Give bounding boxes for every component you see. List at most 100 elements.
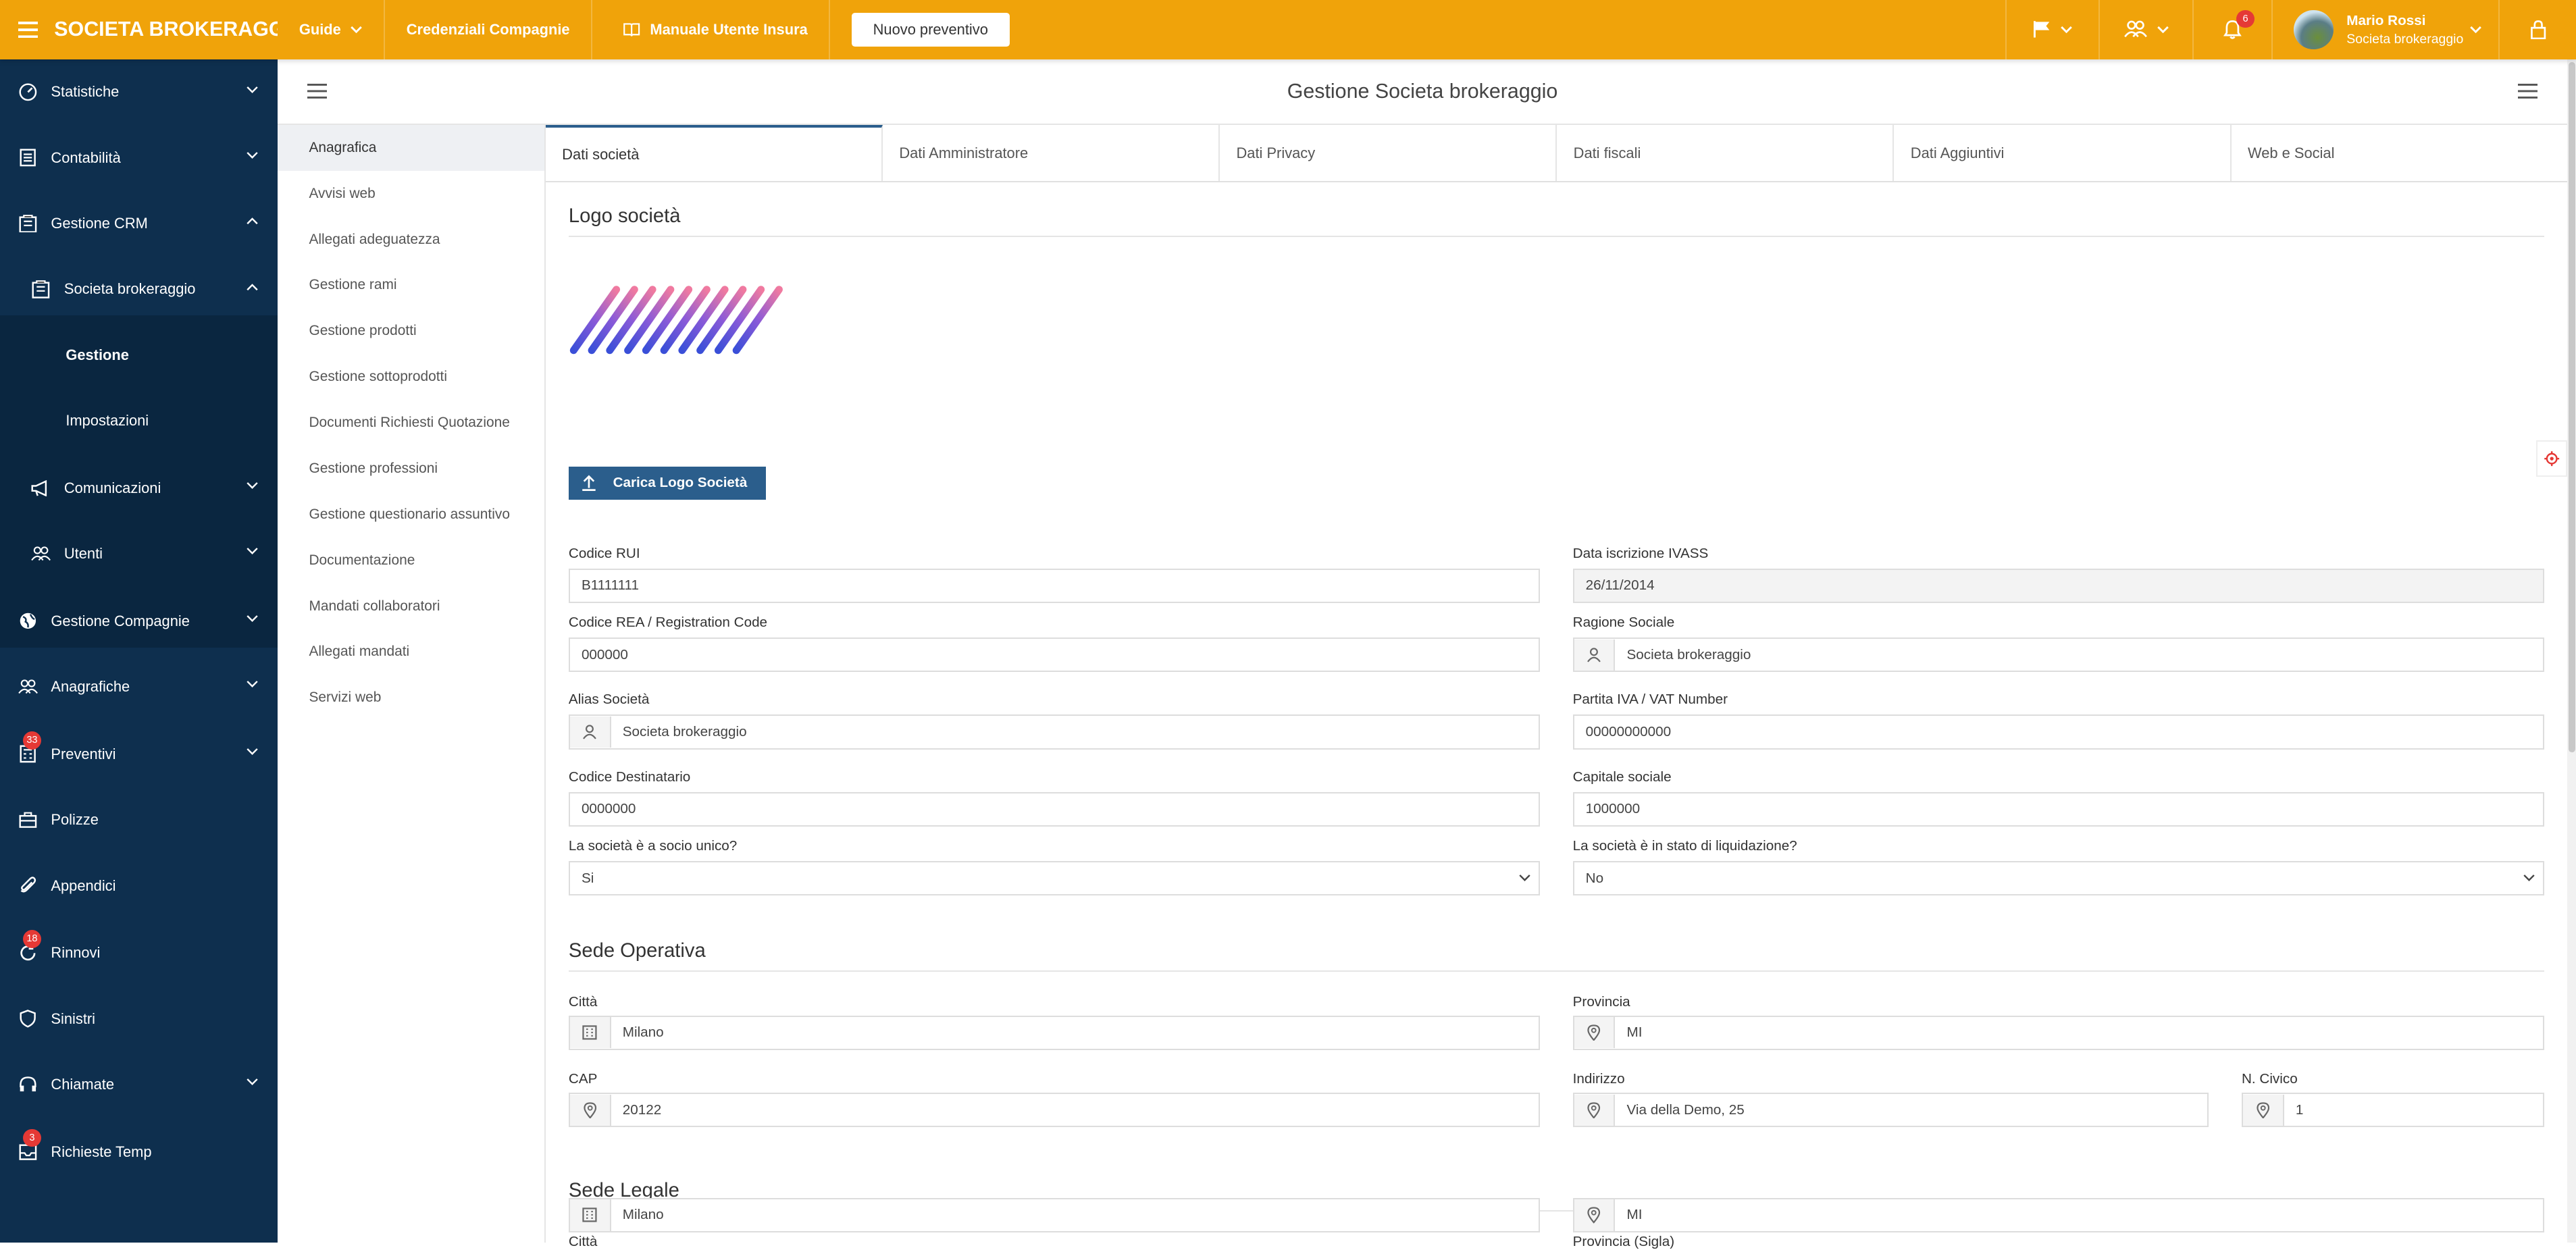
- nav-credenziali[interactable]: Credenziali Compagnie: [385, 0, 593, 59]
- section-menu-item[interactable]: Servizi web: [278, 675, 544, 721]
- brand[interactable]: SOCIETA BROKERAGG...: [0, 0, 278, 59]
- tab-dati-privacy[interactable]: Dati Privacy: [1220, 124, 1557, 182]
- hamburger-icon[interactable]: [18, 21, 38, 38]
- leg-provincia-field[interactable]: MI: [1572, 1197, 2544, 1232]
- alias-field[interactable]: Societa brokeraggio: [568, 714, 1540, 750]
- sidebar-item-rinnovi[interactable]: 18 Rinnovi: [0, 920, 278, 986]
- scrollbar-thumb[interactable]: [2569, 62, 2575, 753]
- ledger-icon: [18, 149, 38, 167]
- chevron-down-icon: [247, 615, 258, 623]
- users-icon: [18, 679, 38, 695]
- scrollbar[interactable]: [2567, 59, 2576, 1243]
- capitale-sociale-field[interactable]: 1000000: [1572, 791, 2544, 827]
- liquidazione-select[interactable]: No: [1572, 861, 2544, 896]
- user-menu[interactable]: Mario Rossi Societa brokeraggio: [2271, 0, 2498, 59]
- codice-destinatario-field[interactable]: 0000000: [568, 791, 1540, 827]
- tab-dati-societa[interactable]: Dati società: [545, 124, 883, 182]
- ragione-sociale-label: Ragione Sociale: [1572, 615, 1675, 631]
- sidebar-item-utenti[interactable]: Utenti: [0, 521, 278, 586]
- language-menu[interactable]: [2005, 0, 2099, 59]
- section-menu-item[interactable]: Allegati adeguatezza: [278, 217, 544, 263]
- sidebar-item-statistiche[interactable]: Statistiche: [0, 59, 278, 125]
- op-citta-field[interactable]: Milano: [568, 1015, 1540, 1050]
- new-quote-button[interactable]: Nuovo preventivo: [852, 12, 1010, 47]
- codice-rui-field[interactable]: B1111111: [568, 568, 1540, 603]
- ragione-sociale-value: Societa brokeraggio: [1626, 646, 1751, 662]
- tab-dati-fiscali[interactable]: Dati fiscali: [1557, 124, 1895, 182]
- nav-manuale-label: Manuale Utente Insura: [650, 20, 808, 38]
- op-indirizzo-value: Via della Demo, 25: [1626, 1101, 1745, 1118]
- top-bar: SOCIETA BROKERAGG... Guide Credenziali C…: [0, 0, 2576, 59]
- nav-guide[interactable]: Guide: [278, 0, 386, 59]
- settings-gear-icon[interactable]: [2535, 440, 2567, 477]
- capitale-sociale-value: 1000000: [1585, 801, 1641, 817]
- upload-logo-label: Carica Logo Società: [613, 475, 748, 491]
- sidebar-item-appendici[interactable]: Appendici: [0, 853, 278, 918]
- op-citta-value: Milano: [622, 1024, 664, 1041]
- section-menu-item[interactable]: Avvisi web: [278, 171, 544, 217]
- ragione-sociale-field[interactable]: Societa brokeraggio: [1572, 637, 2544, 673]
- sede-operativa-title: Sede Operativa: [568, 940, 2544, 972]
- sidebar-item-comunicazioni[interactable]: Comunicazioni: [0, 455, 278, 521]
- leg-citta-label: Città: [568, 1234, 598, 1250]
- notifications-button[interactable]: 6: [2192, 0, 2271, 59]
- op-provincia-label: Provincia: [1572, 994, 1630, 1010]
- section-menu-item[interactable]: Documenti Richiesti Quotazione: [278, 400, 544, 446]
- rinnovi-badge: 18: [23, 930, 41, 948]
- map-pin-icon: [569, 1094, 611, 1126]
- sidebar-item-contabilita[interactable]: Contabilità: [0, 125, 278, 190]
- section-menu-item[interactable]: Anagrafica: [278, 124, 544, 171]
- sidebar-item-gestione[interactable]: Gestione: [0, 322, 278, 388]
- nav-credenziali-label: Credenziali Compagnie: [406, 20, 570, 38]
- chevron-down-icon: [2523, 874, 2535, 882]
- sidebar-item-sinistri[interactable]: Sinistri: [0, 986, 278, 1051]
- sidebar-item-label: Gestione: [66, 346, 129, 363]
- sidebar-item-preventivi[interactable]: 33 Preventivi: [0, 721, 278, 787]
- users-menu[interactable]: [2098, 0, 2192, 59]
- op-cap-field[interactable]: 20122: [568, 1093, 1540, 1128]
- partita-iva-field[interactable]: 00000000000: [1572, 714, 2544, 750]
- building-icon: [31, 280, 51, 298]
- section-menu-item[interactable]: Gestione professioni: [278, 446, 544, 492]
- page-header: Gestione Societa brokeraggio: [278, 59, 2567, 125]
- upload-logo-button[interactable]: Carica Logo Società: [568, 467, 766, 500]
- sidebar-item-label: Preventivi: [51, 745, 116, 762]
- map-pin-icon: [1574, 1094, 1616, 1126]
- socio-unico-value: Si: [581, 870, 594, 886]
- sidebar-item-chiamate[interactable]: Chiamate: [0, 1051, 278, 1117]
- socio-unico-select[interactable]: Si: [568, 861, 1540, 896]
- tab-dati-amministratore[interactable]: Dati Amministratore: [883, 124, 1220, 182]
- leg-citta-field[interactable]: Milano: [568, 1197, 1540, 1232]
- sidebar-item-richieste-temp[interactable]: 3 Richieste Temp: [0, 1119, 278, 1184]
- sidebar-item-anagrafiche[interactable]: Anagrafiche: [0, 654, 278, 719]
- nav-manuale[interactable]: Manuale Utente Insura: [592, 0, 831, 59]
- tab-dati-aggiuntivi[interactable]: Dati Aggiuntivi: [1894, 124, 2232, 182]
- sidebar-item-societa-brokeraggio[interactable]: Societa brokeraggio: [0, 257, 278, 322]
- sidebar-item-label: Impostazioni: [66, 411, 149, 429]
- op-civico-field[interactable]: 1: [2242, 1093, 2544, 1128]
- section-menu-item[interactable]: Mandati collaboratori: [278, 583, 544, 629]
- sidebar-item-gestione-compagnie[interactable]: Gestione Compagnie: [0, 588, 278, 654]
- lock-button[interactable]: [2498, 0, 2576, 59]
- sidebar-item-impostazioni[interactable]: Impostazioni: [0, 388, 278, 453]
- codice-rea-field[interactable]: 000000: [568, 637, 1540, 673]
- map-pin-icon: [2243, 1094, 2284, 1126]
- op-provincia-field[interactable]: MI: [1572, 1015, 2544, 1050]
- user-name: Mario Rossi: [2346, 12, 2426, 28]
- section-menu-item[interactable]: Gestione questionario assuntivo: [278, 492, 544, 538]
- op-indirizzo-field[interactable]: Via della Demo, 25: [1572, 1093, 2209, 1128]
- section-menu-item[interactable]: Documentazione: [278, 538, 544, 583]
- section-menu-item[interactable]: Gestione sottoprodotti: [278, 354, 544, 400]
- section-menu-item[interactable]: Gestione prodotti: [278, 308, 544, 354]
- sidebar-item-label: Gestione Compagnie: [51, 612, 190, 629]
- section-menu-item[interactable]: Allegati mandati: [278, 629, 544, 675]
- tab-web-social[interactable]: Web e Social: [2232, 125, 2567, 181]
- hamburger-icon[interactable]: [2517, 84, 2538, 99]
- chevron-down-icon: [247, 680, 258, 688]
- sidebar-item-gestione-crm[interactable]: Gestione CRM: [0, 190, 278, 256]
- sidebar-item-polizze[interactable]: Polizze: [0, 787, 278, 853]
- notifications-badge: 6: [2236, 9, 2255, 28]
- hamburger-icon[interactable]: [307, 84, 328, 99]
- section-menu-item[interactable]: Gestione rami: [278, 263, 544, 309]
- main-panel: Gestione Societa brokeraggio Anagrafica …: [278, 59, 2567, 1249]
